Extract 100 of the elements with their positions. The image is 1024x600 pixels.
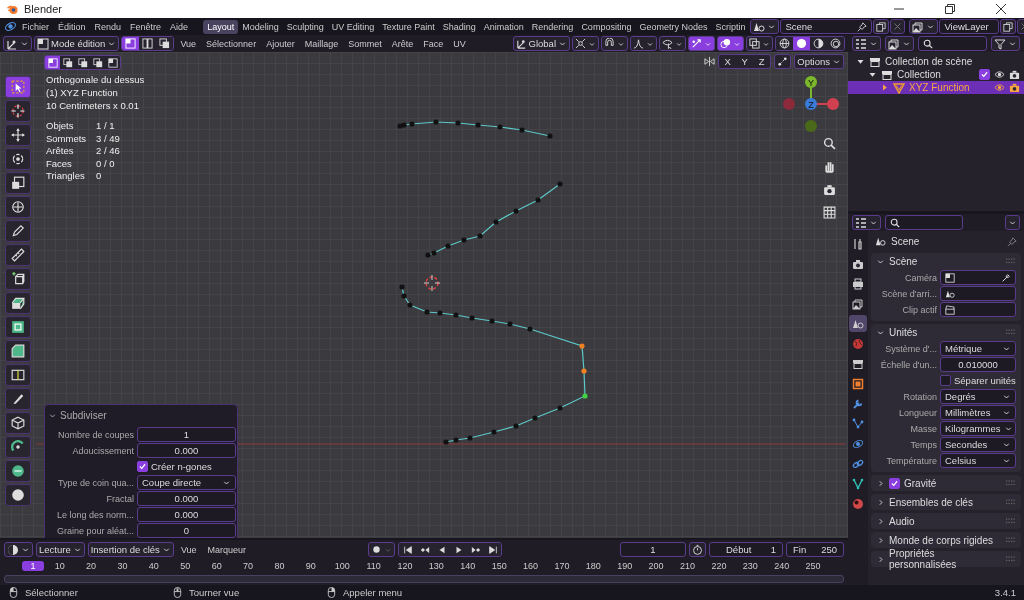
start-frame-field[interactable]: Début 1 [709, 542, 783, 557]
dropdown[interactable]: Kilogrammes [940, 421, 1016, 436]
number-field[interactable]: 0.000 [137, 491, 236, 506]
workspace-tab[interactable]: Shading [438, 19, 480, 34]
menu-item[interactable]: Arête [387, 37, 418, 50]
panel-title: Subdiviser [60, 409, 107, 421]
workspace-tab[interactable]: Texture Paint [378, 19, 439, 34]
options-dropdown[interactable]: Options [794, 54, 844, 69]
frame-number[interactable]: 1 [22, 560, 44, 571]
number-field[interactable]: 0.010000 [940, 357, 1016, 372]
field-label: Caméra [904, 272, 937, 283]
stat-label: Triangles [46, 170, 86, 183]
panel-header[interactable]: Scène [871, 253, 1021, 269]
menu-item[interactable]: Sommet [344, 37, 386, 50]
current-frame-field[interactable]: 1 [620, 542, 686, 557]
menu-item[interactable]: Fenêtre [126, 20, 166, 33]
end-frame-field[interactable]: Fin 250 [786, 542, 844, 557]
mirror-axis-button[interactable]: X [719, 55, 737, 68]
menu-item[interactable]: Ajouter [262, 37, 299, 50]
outliner-row[interactable]: Collection de scène [848, 55, 1024, 68]
frame-number: 210 [679, 560, 696, 571]
orientation-dropdown[interactable]: Global [512, 36, 570, 51]
mode-dropdown[interactable]: Mode édition [34, 36, 120, 51]
frame-number: 240 [773, 560, 791, 571]
frame-number: 200 [647, 560, 665, 571]
panel-title: Gravité [904, 477, 937, 489]
dropdown[interactable]: Degrés [940, 389, 1016, 404]
menu-item[interactable]: Rendu [90, 20, 126, 33]
frame-number: 120 [396, 560, 414, 571]
menu-dropdown[interactable]: Lecture [36, 542, 85, 557]
panel-title: Unités [889, 326, 918, 338]
menu-item[interactable]: Sélectionner [202, 37, 261, 50]
frame-number: 220 [710, 560, 728, 571]
stat-value: 1 / 1 [96, 120, 116, 133]
workspace-tab[interactable]: Sculpting [282, 19, 328, 34]
field-label: Temps [909, 439, 937, 450]
panel-header[interactable]: Unités [871, 324, 1021, 340]
mirror-axis-button[interactable]: Z [753, 55, 771, 68]
frame-number: 170 [553, 560, 571, 571]
dropdown[interactable]: Métrique [940, 341, 1016, 356]
frame-number: 90 [304, 560, 317, 571]
frame-number: 190 [616, 560, 634, 571]
menu-item[interactable]: Vue [176, 543, 201, 556]
menu-dropdown[interactable]: Insertion de clés [87, 542, 174, 557]
field-label: Rotation [902, 391, 937, 402]
menu-item[interactable]: Fichier [18, 20, 53, 33]
frame-number: 250 [804, 560, 822, 571]
navigation-gizmo: Y Z [783, 76, 839, 132]
workspace-tab[interactable]: Layout [203, 19, 239, 34]
frame-number: 150 [490, 560, 508, 571]
workspace-tab[interactable]: Compositing [577, 19, 636, 34]
outliner-row[interactable]: Collection [848, 68, 1024, 81]
workspace-tab[interactable]: Geometry Nodes [635, 19, 712, 34]
menu-item[interactable]: UV [449, 37, 470, 50]
field-label: Nombre de coupes [56, 429, 134, 440]
dropdown[interactable]: Coupe directe [137, 475, 236, 490]
number-field[interactable]: 1 [137, 427, 236, 442]
dropdown[interactable]: Millimètres [940, 405, 1016, 420]
workspace-tab[interactable]: Scriptin [711, 19, 750, 34]
workspace-tab[interactable]: Animation [479, 19, 528, 34]
version-label: 3.4.1 [994, 587, 1016, 598]
number-field[interactable]: 0.000 [137, 507, 236, 522]
dropdown[interactable]: Secondes [940, 437, 1016, 452]
workspace-tab[interactable]: Rendering [527, 19, 578, 34]
view-layer-field[interactable]: ViewLayer [939, 19, 1000, 34]
outliner-label: XYZ Function [909, 82, 970, 93]
frame-number: 30 [116, 560, 129, 571]
frame-number: 110 [365, 560, 382, 571]
number-field[interactable]: 0 [137, 523, 236, 538]
frame-number: 100 [333, 560, 351, 571]
panel-header[interactable]: Monde de corps rigides [871, 532, 1021, 548]
mirror-axis-button[interactable]: Y [736, 55, 754, 68]
outliner-row[interactable]: XYZ Function [848, 81, 1024, 94]
stat-value: 3 / 49 [96, 132, 120, 145]
scene-field[interactable]: Scene [780, 19, 873, 34]
menu-item[interactable]: Face [419, 37, 448, 50]
menu-item[interactable]: Vue [176, 37, 201, 50]
frame-number: 40 [147, 560, 160, 571]
panel-title: Ensembles de clés [889, 496, 973, 508]
frame-number: 10 [53, 560, 66, 571]
panel-header[interactable]: Audio [871, 513, 1021, 529]
stat-value: 0 [96, 170, 103, 183]
field-label: Longueur [897, 407, 937, 418]
menu-item[interactable]: Maillage [300, 37, 343, 50]
workspace-tab[interactable]: Modeling [238, 19, 283, 34]
frame-number: 70 [242, 560, 255, 571]
number-field[interactable]: 0.000 [137, 443, 236, 458]
menu-item[interactable]: Marqueur [203, 543, 251, 556]
panel-header[interactable]: Ensembles de clés [871, 494, 1021, 510]
menu-item[interactable]: Aide [166, 20, 193, 33]
panel-header[interactable]: Gravité [871, 475, 1021, 491]
stat-label: Objets [46, 120, 75, 133]
viewport-info-text: 10 Centimeters x 0.01 [46, 100, 140, 112]
frame-number: 130 [427, 560, 445, 571]
workspace-tab[interactable]: UV Editing [327, 19, 379, 34]
status-hint: Tourner vue [189, 587, 240, 598]
viewport-info-text: (1) XYZ Function [46, 87, 119, 99]
dropdown[interactable]: Celsius [940, 453, 1016, 468]
viewport-info-text: Orthogonale du dessus [46, 74, 145, 86]
menu-item[interactable]: Édition [54, 20, 90, 33]
